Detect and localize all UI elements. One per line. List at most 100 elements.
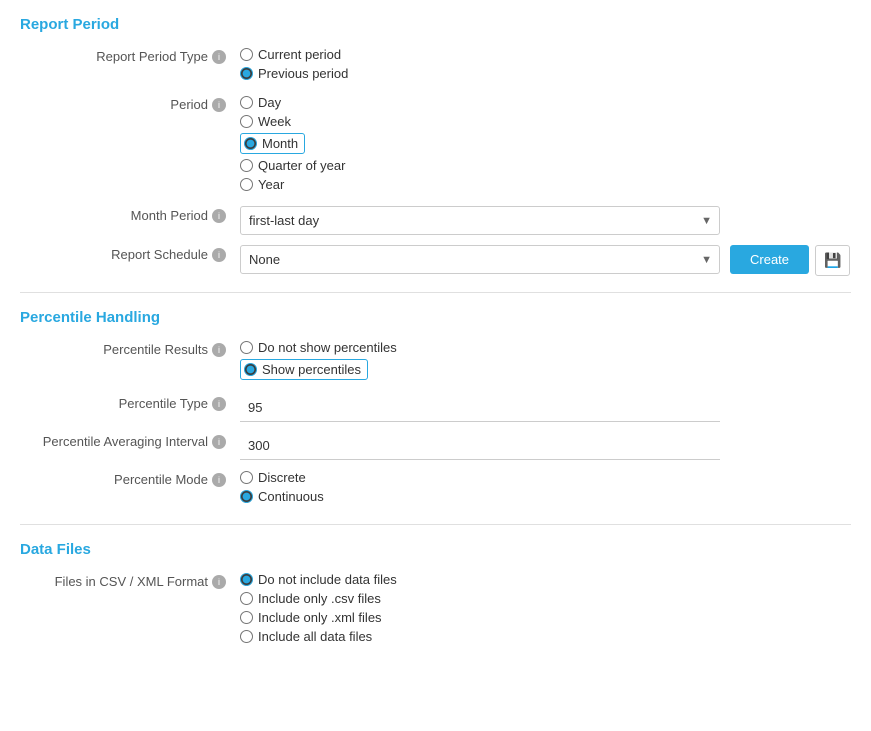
percentile-results-label: Percentile Results i [20,340,240,357]
xml-only-radio[interactable] [240,611,253,624]
previous-period-label: Previous period [258,66,348,81]
show-percentiles-radio[interactable] [244,363,257,376]
percentile-averaging-input[interactable] [240,432,720,460]
xml-only-option[interactable]: Include only .xml files [240,610,851,625]
all-data-files-label: Include all data files [258,629,372,644]
month-period-row: Month Period i first-last day first day … [20,206,851,235]
current-period-radio[interactable] [240,48,253,61]
no-data-files-radio[interactable] [240,573,253,586]
year-option[interactable]: Year [240,177,851,192]
no-data-files-option[interactable]: Do not include data files [240,572,851,587]
year-radio[interactable] [240,178,253,191]
quarter-radio[interactable] [240,159,253,172]
percentile-type-control [240,394,851,422]
report-schedule-select-wrapper: None Daily Weekly Monthly ▼ [240,245,720,274]
percentile-handling-title: Percentile Handling [20,309,851,326]
no-data-files-label: Do not include data files [258,572,397,587]
percentile-mode-controls: Discrete Continuous [240,470,851,508]
xml-only-label: Include only .xml files [258,610,382,625]
percentile-type-input[interactable] [240,394,720,422]
show-percentiles-option[interactable]: Show percentiles [240,359,851,380]
percentile-results-row: Percentile Results i Do not show percent… [20,340,851,384]
files-csv-xml-row: Files in CSV / XML Format i Do not inclu… [20,572,851,648]
period-label: Period i [20,95,240,112]
month-period-label: Month Period i [20,206,240,223]
report-period-title: Report Period [20,16,851,33]
report-schedule-control: None Daily Weekly Monthly ▼ Create 💾 [240,245,851,276]
percentile-type-info-icon[interactable]: i [212,397,226,411]
discrete-label: Discrete [258,470,306,485]
month-label: Month [262,136,298,151]
current-period-label: Current period [258,47,341,62]
no-percentiles-option[interactable]: Do not show percentiles [240,340,851,355]
all-data-files-radio[interactable] [240,630,253,643]
percentile-handling-section: Percentile Handling Percentile Results i… [20,309,851,508]
no-percentiles-label: Do not show percentiles [258,340,397,355]
month-period-select[interactable]: first-last day first day only last day o… [240,206,720,235]
files-csv-xml-info-icon[interactable]: i [212,575,226,589]
csv-only-label: Include only .csv files [258,591,381,606]
floppy-disk-icon: 💾 [824,252,841,268]
no-percentiles-radio[interactable] [240,341,253,354]
percentile-results-info-icon[interactable]: i [212,343,226,357]
percentile-type-row: Percentile Type i [20,394,851,422]
percentile-averaging-label: Percentile Averaging Interval i [20,432,240,449]
report-period-type-info-icon[interactable]: i [212,50,226,64]
month-highlight-box: Month [240,133,305,154]
csv-only-radio[interactable] [240,592,253,605]
quarter-option[interactable]: Quarter of year [240,158,851,173]
current-period-option[interactable]: Current period [240,47,851,62]
month-radio[interactable] [244,137,257,150]
csv-only-option[interactable]: Include only .csv files [240,591,851,606]
save-button[interactable]: 💾 [815,245,850,276]
year-label: Year [258,177,284,192]
all-data-files-option[interactable]: Include all data files [240,629,851,644]
schedule-button-row: None Daily Weekly Monthly ▼ Create 💾 [240,245,851,276]
report-period-type-label: Report Period Type i [20,47,240,64]
month-period-control: first-last day first day only last day o… [240,206,851,235]
files-csv-xml-controls: Do not include data files Include only .… [240,572,851,648]
show-percentiles-label: Show percentiles [262,362,361,377]
files-csv-xml-label: Files in CSV / XML Format i [20,572,240,589]
report-schedule-select[interactable]: None Daily Weekly Monthly [240,245,720,274]
continuous-label: Continuous [258,489,324,504]
month-period-info-icon[interactable]: i [212,209,226,223]
day-label: Day [258,95,281,110]
data-files-section: Data Files Files in CSV / XML Format i D… [20,541,851,648]
week-radio[interactable] [240,115,253,128]
period-controls: Day Week Month Quarter of year [240,95,851,196]
continuous-radio[interactable] [240,490,253,503]
day-option[interactable]: Day [240,95,851,110]
week-label: Week [258,114,291,129]
month-period-select-wrapper: first-last day first day only last day o… [240,206,720,235]
quarter-label: Quarter of year [258,158,345,173]
divider-2 [20,524,851,525]
previous-period-radio[interactable] [240,67,253,80]
divider-1 [20,292,851,293]
page-wrapper: Report Period Report Period Type i Curre… [0,0,871,678]
report-schedule-label: Report Schedule i [20,245,240,262]
report-schedule-row: Report Schedule i None Daily Weekly Mont… [20,245,851,276]
create-button[interactable]: Create [730,245,809,274]
month-option[interactable]: Month [240,133,851,154]
report-period-section: Report Period Report Period Type i Curre… [20,16,851,276]
discrete-radio[interactable] [240,471,253,484]
day-radio[interactable] [240,96,253,109]
percentile-results-controls: Do not show percentiles Show percentiles [240,340,851,384]
percentile-type-label: Percentile Type i [20,394,240,411]
data-files-title: Data Files [20,541,851,558]
show-percentiles-highlight-box: Show percentiles [240,359,368,380]
percentile-averaging-info-icon[interactable]: i [212,435,226,449]
period-info-icon[interactable]: i [212,98,226,112]
report-schedule-info-icon[interactable]: i [212,248,226,262]
discrete-option[interactable]: Discrete [240,470,851,485]
week-option[interactable]: Week [240,114,851,129]
continuous-option[interactable]: Continuous [240,489,851,504]
period-row: Period i Day Week Month [20,95,851,196]
previous-period-option[interactable]: Previous period [240,66,851,81]
report-period-type-row: Report Period Type i Current period Prev… [20,47,851,85]
percentile-averaging-control [240,432,851,460]
percentile-mode-info-icon[interactable]: i [212,473,226,487]
report-period-type-controls: Current period Previous period [240,47,851,85]
percentile-averaging-row: Percentile Averaging Interval i [20,432,851,460]
